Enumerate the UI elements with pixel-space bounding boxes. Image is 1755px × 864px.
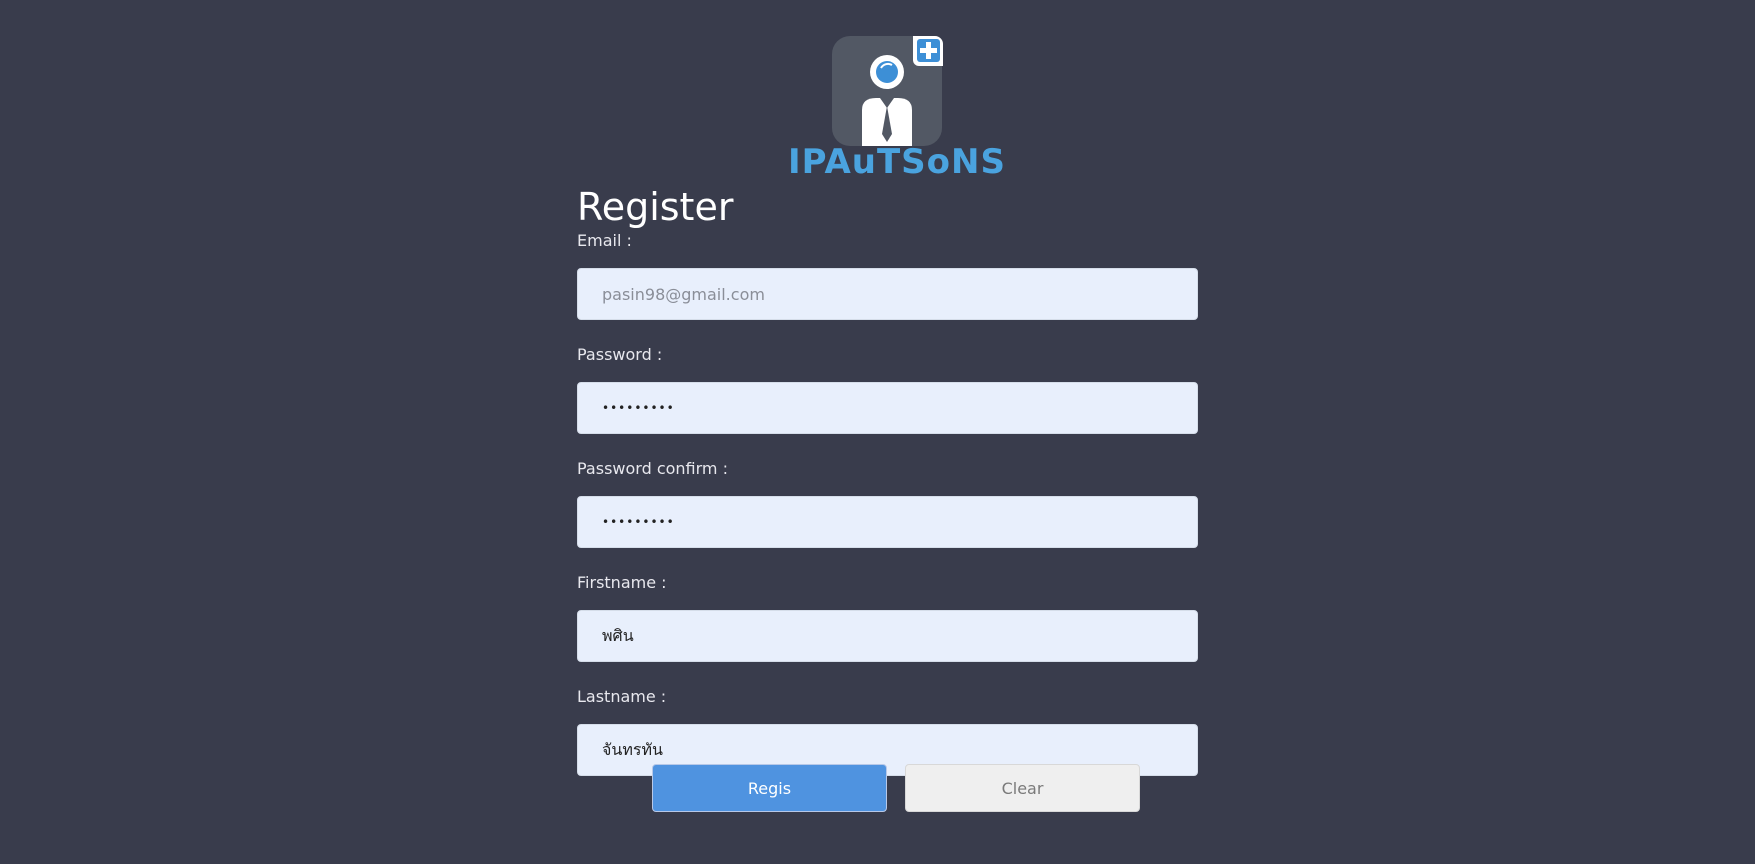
- password-confirm-label: Password confirm :: [577, 459, 728, 478]
- clear-button[interactable]: Clear: [905, 764, 1140, 812]
- logo-text: IPAuTSoNS: [788, 142, 1006, 182]
- register-form: Register Email : Password : Password con…: [577, 184, 1198, 800]
- app-logo: IPAuTSoNS: [788, 36, 1006, 186]
- firstname-label: Firstname :: [577, 573, 667, 592]
- regis-button[interactable]: Regis: [652, 764, 887, 812]
- firstname-field[interactable]: [577, 610, 1198, 662]
- password-confirm-field[interactable]: [577, 496, 1198, 548]
- form-actions: Regis Clear: [652, 764, 1142, 812]
- page-title: Register: [577, 185, 734, 229]
- password-label: Password :: [577, 345, 663, 364]
- lastname-label: Lastname :: [577, 687, 667, 706]
- email-label: Email :: [577, 231, 632, 250]
- email-field[interactable]: [577, 268, 1198, 320]
- plus-icon: [913, 36, 943, 66]
- register-page: IPAuTSoNS Register Email : Password : Pa…: [0, 0, 1755, 864]
- password-field[interactable]: [577, 382, 1198, 434]
